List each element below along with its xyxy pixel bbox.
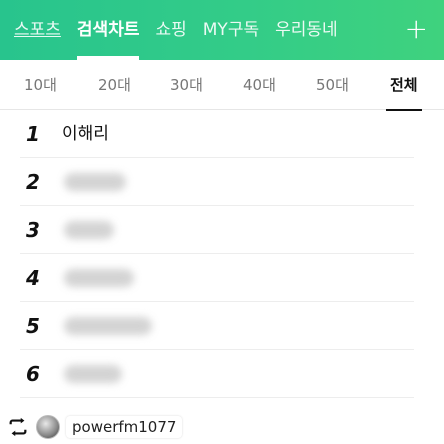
tab-neighborhood[interactable]: 우리동네 [275, 0, 338, 60]
rank-number: 6 [26, 362, 40, 386]
ranking-row[interactable]: 4 [20, 254, 414, 302]
ranking-row[interactable]: 6 [20, 350, 414, 398]
tab-search-chart[interactable]: 검색차트 [76, 0, 139, 60]
add-tab-button[interactable]: + [405, 0, 428, 60]
rank-number: 1 [26, 122, 40, 146]
blurred-search-term [64, 173, 126, 191]
username-label[interactable]: powerfm1077 [66, 416, 183, 438]
ranking-row[interactable]: 2 [20, 158, 414, 206]
blurred-search-term [64, 365, 122, 383]
tab-shopping[interactable]: 쇼핑 [155, 0, 186, 60]
age-filter-50s[interactable]: 50대 [316, 60, 349, 110]
repost-icon [6, 415, 30, 439]
avatar[interactable] [36, 415, 60, 439]
top-nav-bar: 스포츠 검색차트 쇼핑 MY구독 우리동네 + [0, 0, 444, 60]
blurred-search-term [64, 269, 134, 287]
rank-number: 2 [26, 170, 40, 194]
search-term[interactable]: 이해리 [62, 110, 109, 158]
blurred-search-term [64, 221, 114, 239]
age-filter-40s[interactable]: 40대 [243, 60, 276, 110]
age-filter-20s[interactable]: 20대 [98, 60, 131, 110]
ranking-row[interactable]: 5 [20, 302, 414, 350]
rank-number: 3 [26, 218, 40, 242]
age-filter-bar: 10대 20대 30대 40대 50대 전체 [0, 60, 444, 111]
age-filter-30s[interactable]: 30대 [170, 60, 203, 110]
ranking-row[interactable]: 3 [20, 206, 414, 254]
tab-sports[interactable]: 스포츠 [14, 0, 61, 60]
ranking-row[interactable]: 1 이해리 [20, 110, 414, 158]
age-filter-all[interactable]: 전체 [386, 60, 422, 111]
age-filter-10s[interactable]: 10대 [24, 60, 57, 110]
tab-my-subscription[interactable]: MY구독 [203, 0, 259, 60]
blurred-search-term [64, 317, 152, 335]
rank-number: 5 [26, 314, 40, 338]
rank-number: 4 [26, 266, 40, 290]
ranking-list: 1 이해리 2 3 4 5 6 [0, 110, 444, 398]
repost-footer: powerfm1077 [0, 410, 444, 444]
